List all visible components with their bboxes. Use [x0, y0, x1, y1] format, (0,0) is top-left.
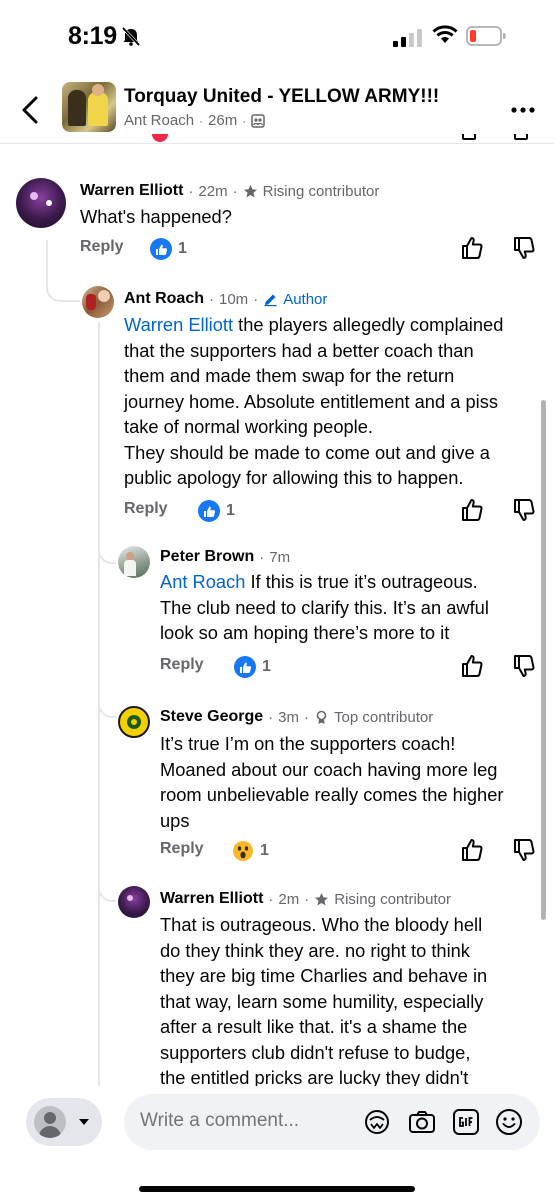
- user-avatar: [34, 1106, 66, 1138]
- comment-header: Steve George · 3m · Top contributor: [160, 708, 434, 726]
- comment-header: Ant Roach · 10m · Author: [124, 290, 328, 308]
- comment-text: What's happened?: [80, 206, 232, 227]
- post-author[interactable]: Ant Roach: [124, 112, 194, 129]
- comment-text: Warren Elliott the players allegedly com…: [124, 314, 504, 488]
- contributor-badge: Rising contributor: [334, 890, 451, 908]
- reaction-count: 1: [226, 502, 235, 519]
- post-meta: Ant Roach · 26m ·: [124, 112, 265, 129]
- downvote-icon[interactable]: [512, 235, 536, 261]
- medal-icon: [316, 710, 327, 724]
- identity-switcher[interactable]: [26, 1098, 102, 1146]
- mention-link[interactable]: Warren Elliott: [124, 314, 233, 335]
- reply-button[interactable]: Reply: [80, 238, 124, 256]
- downvote-icon[interactable]: [512, 837, 536, 863]
- avatar-sticker-icon[interactable]: [362, 1107, 392, 1137]
- more-options-icon[interactable]: [508, 96, 538, 124]
- commenter-name[interactable]: Warren Elliott: [160, 890, 263, 908]
- mention-link[interactable]: Ant Roach: [160, 571, 245, 592]
- comment-actions: Reply 1: [160, 653, 540, 682]
- home-indicator: [139, 1186, 415, 1192]
- avatar[interactable]: [118, 706, 150, 738]
- like-reaction-icon: [234, 656, 256, 678]
- reaction-count: 1: [260, 842, 269, 859]
- scrollbar[interactable]: [541, 400, 546, 920]
- bell-off-icon: [121, 26, 141, 47]
- comment-reply: Ant Roach · 10m · Author Warren Elliott …: [0, 280, 554, 530]
- rising-star-icon: [243, 184, 257, 197]
- like-reaction-icon: [198, 500, 220, 522]
- comment-time: 22m: [198, 182, 228, 200]
- caret-down-icon: [79, 1119, 89, 1125]
- previous-comment-actions: [0, 134, 554, 148]
- comment-input-box[interactable]: [124, 1094, 540, 1150]
- comment-composer: [0, 1086, 554, 1200]
- group-thumbnail[interactable]: [62, 82, 116, 132]
- avatar[interactable]: [82, 286, 114, 318]
- commenter-name[interactable]: Ant Roach: [124, 290, 204, 308]
- rising-star-icon: [315, 892, 329, 905]
- back-arrow-icon[interactable]: [16, 92, 46, 128]
- like-reaction-icon: [150, 238, 172, 260]
- comment-time: 3m: [278, 708, 299, 726]
- comment-reply: Steve George · 3m · Top contributor It’s…: [0, 700, 554, 870]
- reaction-summary[interactable]: 1: [234, 656, 271, 678]
- status-time: 8:19: [68, 22, 117, 50]
- reply-button[interactable]: Reply: [124, 500, 168, 518]
- comment-header: Warren Elliott · 22m · Rising contributo…: [80, 182, 380, 200]
- status-bar: 8:19: [0, 0, 554, 76]
- contributor-badge: Rising contributor: [262, 182, 380, 200]
- group-privacy-icon: [251, 113, 265, 128]
- avatar[interactable]: [16, 178, 66, 228]
- group-title[interactable]: Torquay United - YELLOW ARMY!!!: [124, 86, 439, 108]
- signal-icon: [393, 29, 422, 47]
- author-badge: Author: [283, 290, 328, 308]
- upvote-icon[interactable]: [460, 837, 484, 863]
- emoji-icon[interactable]: [494, 1107, 524, 1137]
- upvote-icon[interactable]: [460, 653, 484, 679]
- reply-button[interactable]: Reply: [160, 656, 204, 674]
- comment-header: Warren Elliott · 2m · Rising contributor: [160, 890, 451, 908]
- reaction-summary[interactable]: 1: [232, 840, 269, 862]
- comment-time: 2m: [278, 890, 300, 908]
- camera-icon[interactable]: [407, 1107, 437, 1137]
- comment-header: Peter Brown · 7m: [160, 548, 291, 566]
- gif-icon[interactable]: [451, 1107, 481, 1137]
- comment: Warren Elliott · 22m · Rising contributo…: [0, 170, 554, 270]
- comment-actions: Reply 1: [80, 235, 540, 264]
- avatar[interactable]: [118, 886, 150, 918]
- comment-text: That is outrageous. Who the bloody hell …: [160, 914, 488, 1086]
- downvote-icon[interactable]: [512, 497, 536, 523]
- commenter-name[interactable]: Warren Elliott: [80, 182, 183, 200]
- comment-input[interactable]: [140, 1110, 350, 1132]
- comment-actions: Reply 1: [124, 497, 540, 526]
- commenter-name[interactable]: Steve George: [160, 708, 263, 726]
- wow-reaction-icon: [233, 841, 253, 861]
- reply-button[interactable]: Reply: [160, 840, 204, 858]
- reaction-count: 1: [262, 658, 271, 675]
- avatar[interactable]: [118, 546, 150, 578]
- reaction-count: 1: [178, 240, 187, 257]
- upvote-icon[interactable]: [460, 497, 484, 523]
- reaction-summary[interactable]: 1: [150, 238, 187, 260]
- comment-actions: Reply 1: [160, 837, 540, 866]
- reaction-summary[interactable]: 1: [198, 500, 235, 522]
- post-time: 26m: [208, 112, 238, 129]
- comment-time: 10m: [219, 290, 249, 308]
- comment-reply: Peter Brown · 7m Ant Roach If this is tr…: [0, 540, 554, 690]
- downvote-icon[interactable]: [512, 653, 536, 679]
- wifi-icon: [432, 25, 458, 43]
- comment-text: It’s true I’m on the supporters coach! M…: [160, 733, 504, 831]
- comment-text: Ant Roach If this is true it’s outrageou…: [160, 571, 489, 643]
- upvote-icon[interactable]: [460, 235, 484, 261]
- contributor-badge: Top contributor: [334, 708, 434, 726]
- comment-time: 7m: [269, 548, 291, 566]
- comment-reply: Warren Elliott · 2m · Rising contributor…: [0, 884, 554, 1086]
- battery-low-icon: [466, 26, 506, 46]
- pencil-icon: [264, 294, 277, 306]
- commenter-name[interactable]: Peter Brown: [160, 548, 254, 566]
